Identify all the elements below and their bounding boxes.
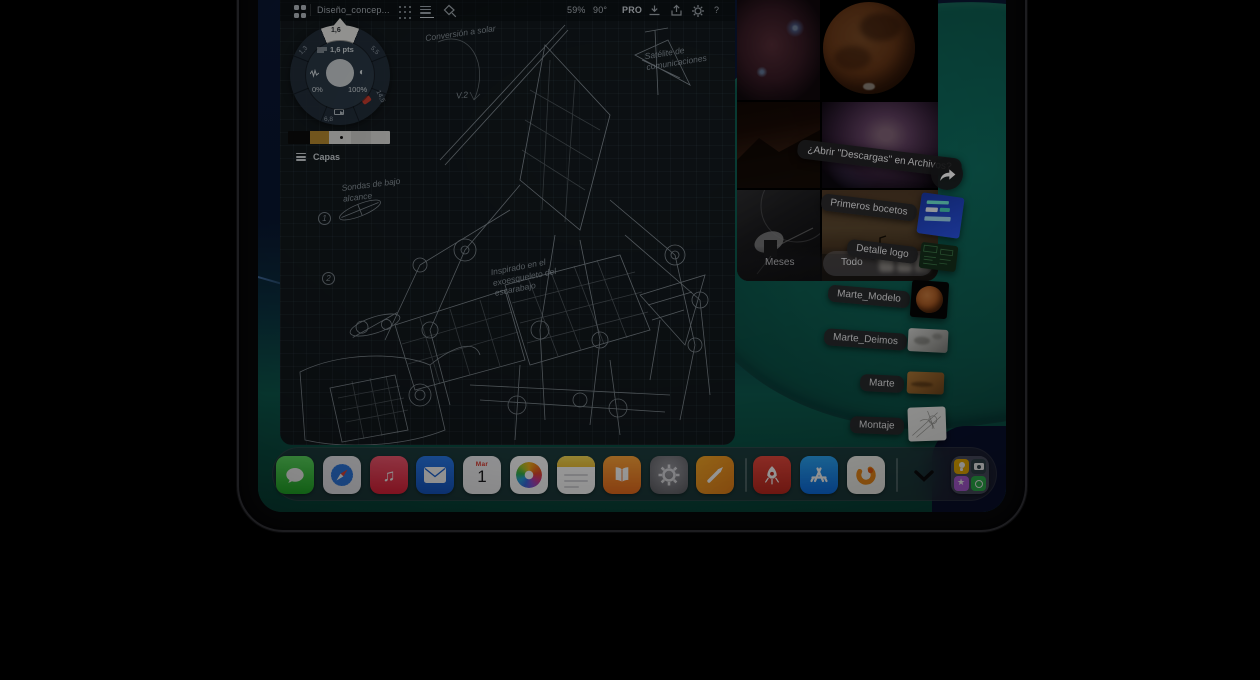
help-button[interactable]: ? — [714, 5, 719, 15]
pressure-wave-icon — [310, 69, 319, 78]
share-forward-button[interactable] — [931, 158, 963, 190]
contrast-icon: ◐ — [359, 67, 365, 78]
brush-preview-circle[interactable] — [326, 59, 354, 87]
opacity-value: 0% — [312, 85, 323, 94]
swatch-black[interactable] — [288, 131, 310, 144]
download-icon[interactable] — [648, 4, 661, 17]
photo-mars-planet[interactable] — [822, 0, 938, 100]
draw-app-icon[interactable] — [696, 456, 734, 494]
app-library-tile-tips — [954, 459, 969, 474]
brush-size-pts: 1,6 pts — [330, 45, 354, 54]
forward-arrow-icon — [939, 167, 956, 182]
photos-flower-icon — [516, 462, 542, 488]
drag-label-marte: Marte — [860, 374, 904, 393]
zoom-level[interactable]: 59% — [567, 5, 586, 15]
photos-app-window: Meses Todo — [737, 0, 938, 281]
mars-globe — [823, 2, 915, 94]
canvas-angle[interactable]: 90° — [593, 5, 607, 15]
flow-value: 100% — [348, 85, 367, 94]
brush-lines-icon — [317, 47, 327, 53]
books-app-icon[interactable] — [603, 456, 641, 494]
rocket-app-icon[interactable] — [753, 456, 791, 494]
sketch-toolbar: Diseño_concep... 59% 90° PRO ? — [280, 0, 735, 21]
swatch-gray[interactable] — [371, 131, 390, 144]
pro-badge: PRO — [622, 5, 642, 15]
shape-tool-icon[interactable] — [443, 4, 457, 18]
annotation-version: V.2 — [455, 89, 468, 101]
calendar-day: 1 — [463, 468, 501, 485]
share-export-icon[interactable] — [670, 4, 683, 17]
dock-divider-1 — [745, 458, 747, 492]
drag-thumb-montaje-sketch[interactable] — [907, 406, 946, 441]
photo-nebula-horsehead[interactable] — [737, 0, 820, 100]
chevron-down-icon[interactable] — [912, 469, 936, 482]
swatch-gold[interactable] — [310, 131, 329, 144]
segment-meses[interactable]: Meses — [765, 257, 794, 268]
drag-thumb-green-schematic[interactable] — [919, 242, 959, 272]
mail-app-icon[interactable] — [416, 456, 454, 494]
brush-stroke-icon — [334, 109, 344, 115]
swatch-mid-gray[interactable] — [351, 131, 371, 144]
drag-thumb-blue-sticker[interactable] — [916, 192, 964, 239]
settings-app-icon[interactable] — [650, 456, 688, 494]
notes-app-icon[interactable] — [557, 456, 595, 494]
segment-todo[interactable]: Todo — [841, 257, 863, 268]
annotation-marker-1: 1 — [318, 212, 331, 225]
document-title[interactable]: Diseño_concep... — [317, 5, 390, 15]
color-swatch-bar[interactable] — [288, 131, 390, 144]
grid-tools-icon[interactable] — [399, 6, 413, 20]
dock-divider-2 — [896, 458, 898, 492]
layers-list-icon — [296, 151, 306, 163]
drag-thumb-deimos[interactable] — [907, 328, 948, 353]
drag-thumb-marte-terrain[interactable] — [907, 371, 945, 394]
calendar-app-icon[interactable]: Mar 1 — [463, 456, 501, 494]
notes-yellow-strip — [557, 456, 595, 467]
drag-label-montaje: Montaje — [850, 416, 904, 435]
safari-app-icon[interactable] — [323, 456, 361, 494]
toolbar-divider — [310, 4, 311, 16]
stage: Conversión a solar Satélite de comunicac… — [0, 0, 1260, 680]
selected-color-dot — [340, 136, 343, 139]
layers-tool-icon[interactable] — [420, 4, 434, 18]
drag-thumb-mars-model[interactable] — [910, 280, 949, 319]
ring-size-4: 6,8 — [324, 116, 333, 123]
app-menu-icon[interactable] — [294, 5, 308, 19]
layers-panel-toggle[interactable]: Capas — [296, 151, 340, 163]
app-library-tile-camera — [971, 459, 986, 474]
photos-app-icon[interactable] — [510, 456, 548, 494]
app-library-tile-star: ★ — [954, 476, 969, 491]
app-store-icon[interactable] — [800, 456, 838, 494]
messages-app-icon[interactable] — [276, 456, 314, 494]
settings-gear-icon[interactable] — [691, 4, 705, 18]
annotation-marker-2: 2 — [322, 272, 335, 285]
app-library-tile-activity — [971, 476, 986, 491]
music-app-icon[interactable]: ♫ — [370, 456, 408, 494]
brush-radial-dial[interactable]: 1,6 1,3 5,5 14,5 6,8 1,6 pts ◐ 0% 100% — [290, 25, 390, 125]
layers-label: Capas — [313, 152, 340, 162]
app-library-icon[interactable]: ★ — [951, 456, 989, 494]
dock: ♫ Mar 1 — [272, 447, 997, 501]
concepts-app-icon[interactable] — [847, 456, 885, 494]
selected-brush-size: 1,6 — [331, 27, 341, 34]
